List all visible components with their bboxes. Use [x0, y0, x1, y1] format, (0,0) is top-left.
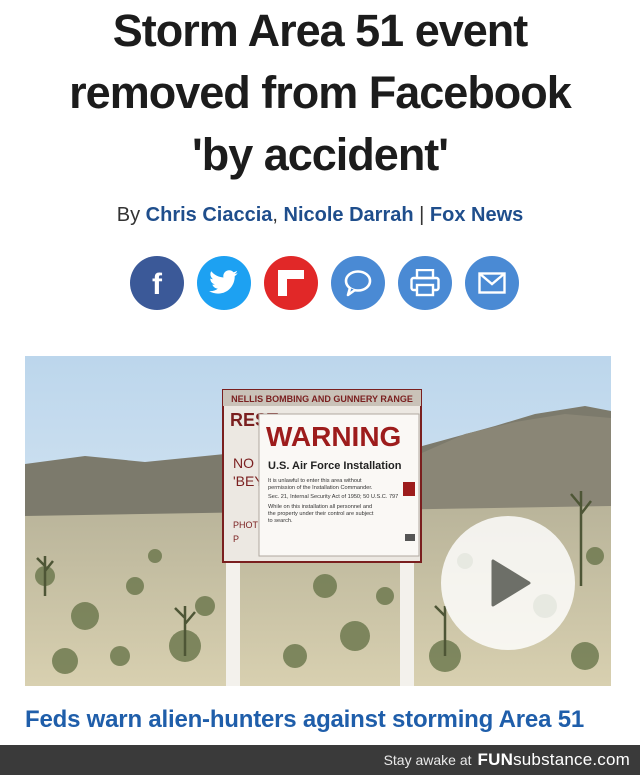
sign-body-3: Sec. 21, Internal Security Act of 1950; … [268, 494, 398, 500]
video-caption-link[interactable]: Feds warn alien-hunters against storming… [25, 706, 584, 734]
sign-body-2: permission of the Installation Commander… [268, 485, 373, 491]
headline-line-3: 'by accident' [192, 129, 449, 180]
comment-share-button[interactable] [331, 256, 385, 310]
sign-body-4: While on this installation all personnel… [268, 504, 372, 510]
watermark-footer: Stay awake at FUNsubstance.com [0, 745, 640, 775]
sign-body-1: It is unlawful to enter this area withou… [268, 478, 362, 484]
twitter-share-button[interactable] [197, 256, 251, 310]
article-headline: Storm Area 51 event removed from Faceboo… [20, 0, 620, 186]
brand-bold: FUN [477, 750, 514, 769]
sign-subtitle: U.S. Air Force Installation [268, 460, 402, 472]
byline: By Chris Ciaccia, Nicole Darrah | Fox Ne… [0, 204, 640, 227]
print-share-button[interactable] [398, 256, 452, 310]
facebook-share-button[interactable]: f [130, 256, 184, 310]
play-icon [491, 559, 531, 607]
sign-body-6: to search. [268, 518, 293, 524]
flipboard-icon [278, 270, 304, 296]
outlet-link-fox-news[interactable]: Fox News [430, 204, 523, 226]
outlet-separator: | [413, 204, 430, 226]
author-link-nicole-darrah[interactable]: Nicole Darrah [284, 204, 414, 226]
sign-body-5: the property under their control are sub… [268, 511, 374, 517]
share-bar: f [130, 256, 519, 310]
author-link-chris-ciaccia[interactable]: Chris Ciaccia [146, 204, 273, 226]
email-share-button[interactable] [465, 256, 519, 310]
sign-left-pho: PHOT [233, 520, 259, 530]
funsubstance-logo: FUNsubstance.com [478, 750, 630, 770]
comment-icon [344, 270, 372, 297]
sign-warning-text: WARNING [266, 421, 401, 452]
brand-rest: substance [513, 750, 593, 769]
headline-line-2: removed from Facebook [69, 67, 572, 118]
byline-prefix: By [116, 204, 141, 226]
email-icon [478, 272, 506, 294]
svg-text:f: f [152, 268, 163, 298]
footer-text: Stay awake at [383, 752, 472, 768]
video-play-button[interactable] [441, 516, 575, 650]
sign-left-p: P [233, 534, 239, 544]
sign-top-text: NELLIS BOMBING AND GUNNERY RANGE [231, 394, 413, 404]
flipboard-share-button[interactable] [264, 256, 318, 310]
print-icon [410, 269, 440, 297]
facebook-icon: f [152, 268, 163, 298]
twitter-icon [209, 270, 238, 294]
author-separator: , [272, 204, 284, 226]
brand-tld: .com [592, 750, 630, 769]
sign-left-no: NO [233, 455, 254, 471]
headline-line-1: Storm Area 51 event [112, 5, 529, 56]
